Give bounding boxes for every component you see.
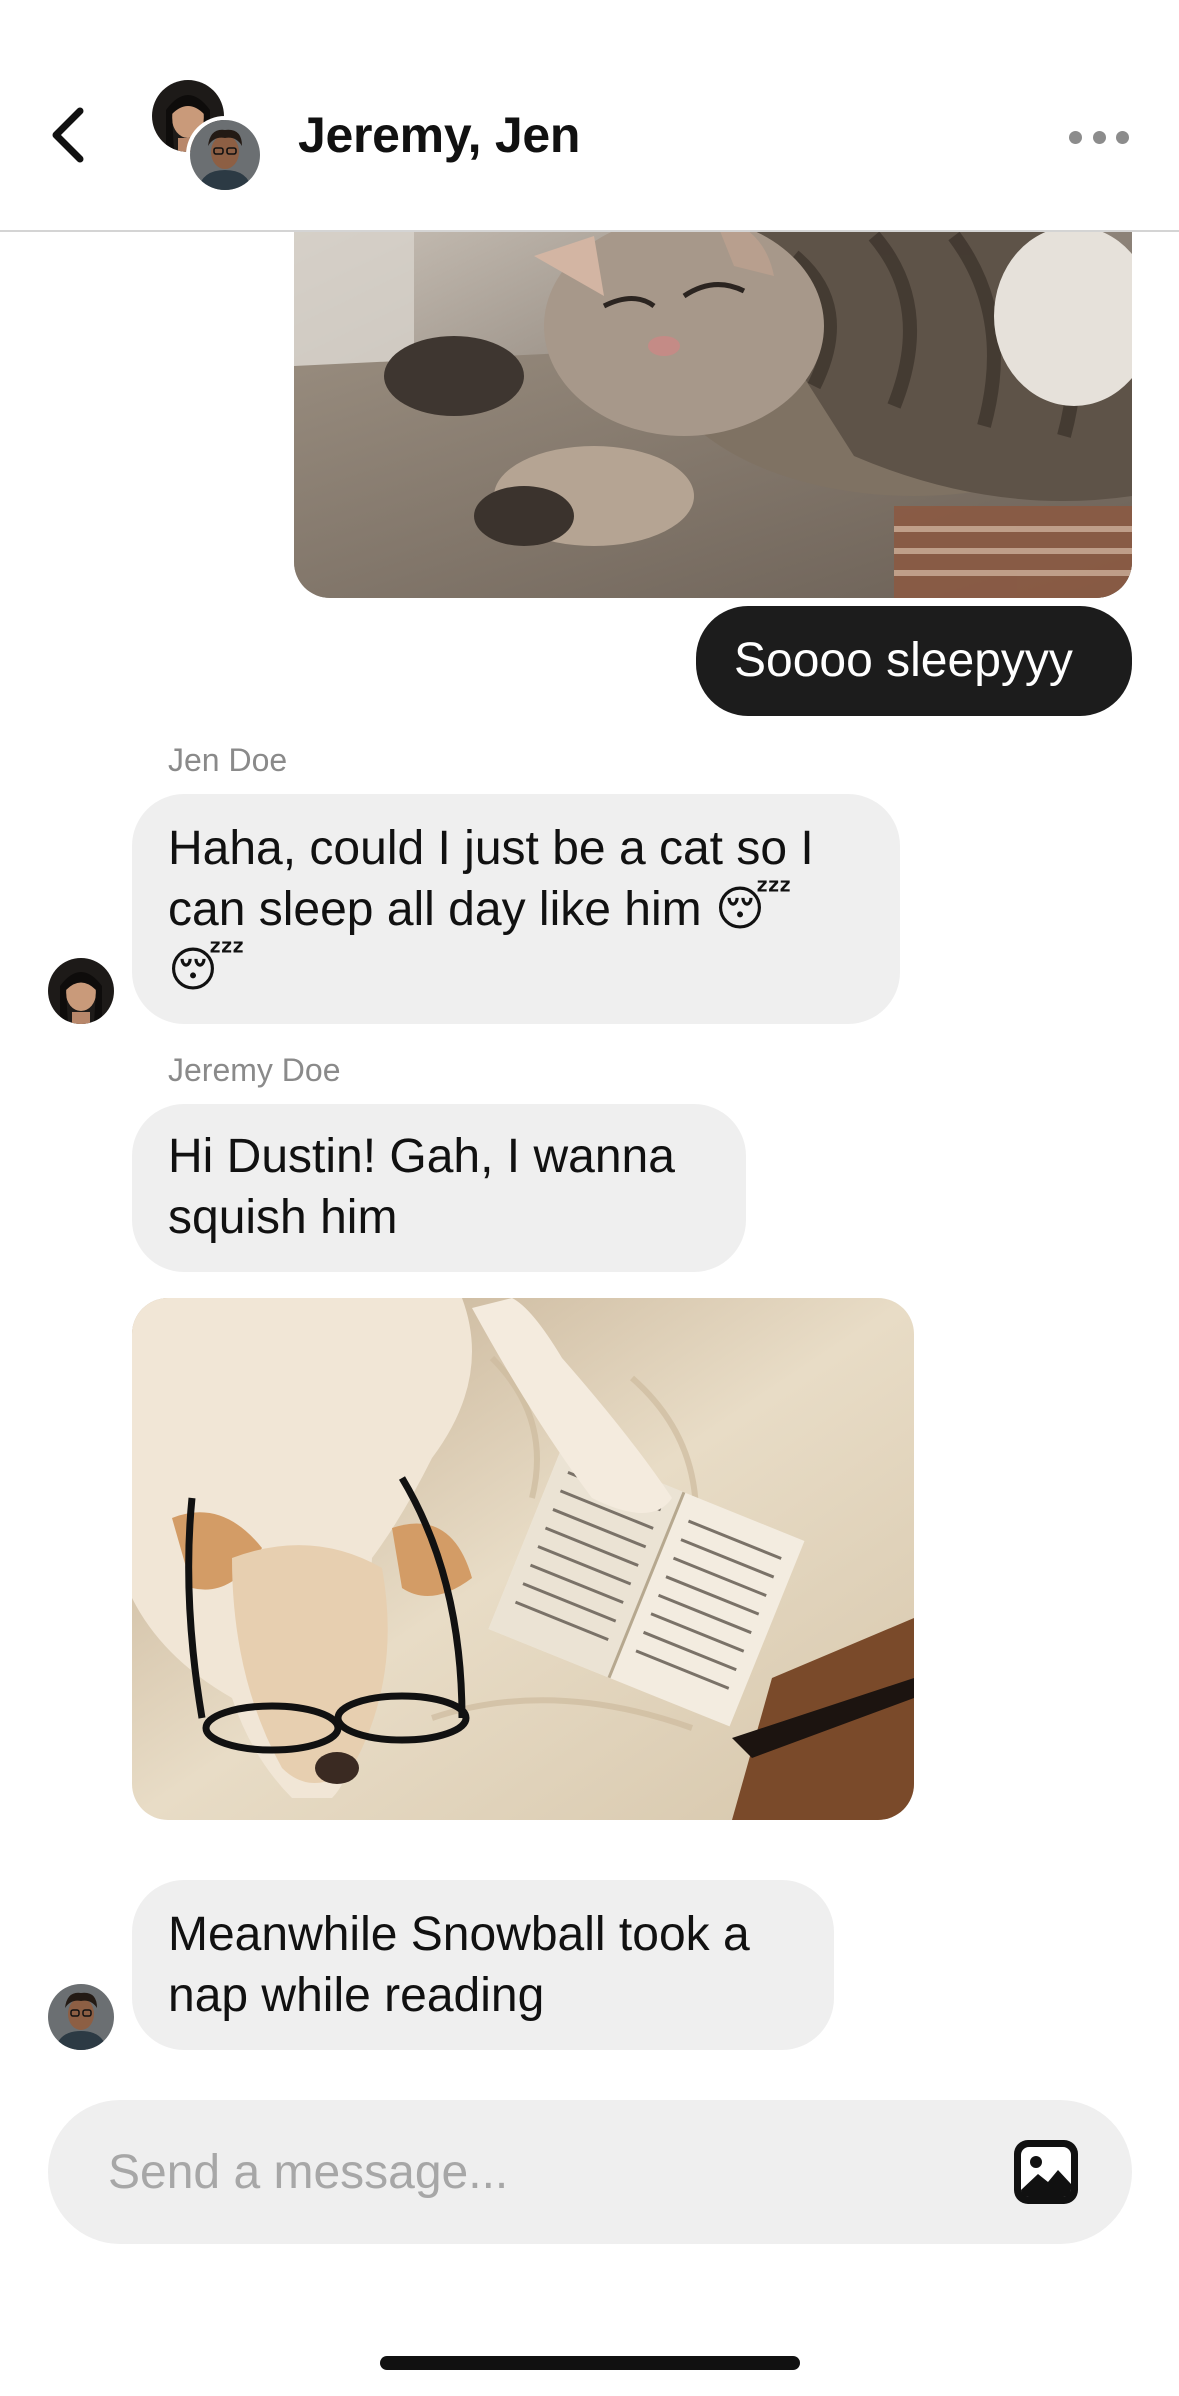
jeremy-message-line: nap while reading: [168, 1969, 545, 2022]
message-input[interactable]: [108, 2100, 1008, 2244]
message-composer: [48, 2100, 1132, 2244]
sender-name-jen: Jen Doe: [168, 742, 288, 778]
avatar-jeremy[interactable]: [48, 1984, 114, 2050]
kitten-photo[interactable]: [294, 196, 1132, 598]
home-indicator: [380, 2356, 800, 2370]
more-icon: [1069, 130, 1082, 144]
chevron-left-icon: [52, 107, 84, 163]
jen-message-line: Haha, could I just be a cat so I: [168, 822, 814, 875]
outgoing-message-text: Soooo sleepyyy: [734, 634, 1073, 687]
jeremy-message-line: Hi Dustin! Gah, I wanna: [168, 1130, 675, 1183]
group-avatars[interactable]: [152, 80, 264, 194]
jeremy-message-line: squish him: [168, 1191, 398, 1244]
sender-name-jeremy: Jeremy Doe: [168, 1052, 341, 1088]
jeremy-message-line: Meanwhile Snowball took a: [168, 1908, 750, 1961]
avatar-jeremy: [186, 116, 264, 194]
back-button[interactable]: [40, 100, 96, 170]
jeremy-message-bubble[interactable]: Hi Dustin! Gah, I wanna squish him: [132, 1104, 746, 1272]
dog-reading-photo[interactable]: [132, 1298, 914, 1820]
chat-title[interactable]: Jeremy, Jen: [298, 106, 580, 164]
jen-message-bubble[interactable]: Haha, could I just be a cat so I can sle…: [132, 794, 900, 1024]
outgoing-message-bubble[interactable]: Soooo sleepyyy: [696, 606, 1132, 716]
jen-message-line: can sleep all day like him 😴: [168, 883, 792, 936]
jeremy-message-bubble[interactable]: Meanwhile Snowball took a nap while read…: [132, 1880, 834, 2050]
chat-header: Jeremy, Jen: [0, 0, 1179, 232]
more-options-button[interactable]: [1069, 122, 1129, 152]
image-icon: [1014, 2140, 1078, 2204]
jen-message-line: 😴: [168, 944, 245, 997]
attach-image-button[interactable]: [1012, 2138, 1080, 2206]
avatar-jen[interactable]: [48, 958, 114, 1024]
